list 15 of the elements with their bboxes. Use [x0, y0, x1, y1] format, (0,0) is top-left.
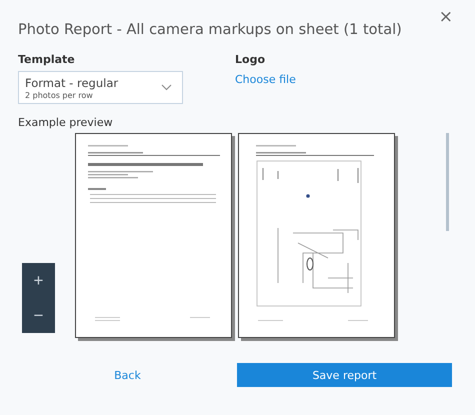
template-label: Template — [18, 53, 76, 66]
preview-label: Example preview — [18, 116, 114, 129]
dialog-title: Photo Report - All camera markups on sheet (1 total) — [18, 21, 403, 40]
zoom-out-button[interactable]: − — [22, 298, 55, 333]
zoom-in-button[interactable]: + — [22, 263, 55, 298]
choose-file-link[interactable]: Choose file — [235, 73, 296, 86]
dropdown-detail: 2 photos per row — [25, 90, 94, 100]
close-button[interactable]: × — [438, 7, 453, 27]
scrollbar[interactable] — [446, 133, 449, 231]
chevron-down-icon — [161, 84, 172, 91]
dropdown-value: Format - regular — [25, 76, 120, 90]
logo-label: Logo — [235, 53, 266, 66]
back-button[interactable]: Back — [18, 363, 237, 387]
template-dropdown[interactable]: Format - regular 2 photos per row — [18, 71, 183, 104]
save-report-button[interactable]: Save report — [237, 363, 452, 387]
